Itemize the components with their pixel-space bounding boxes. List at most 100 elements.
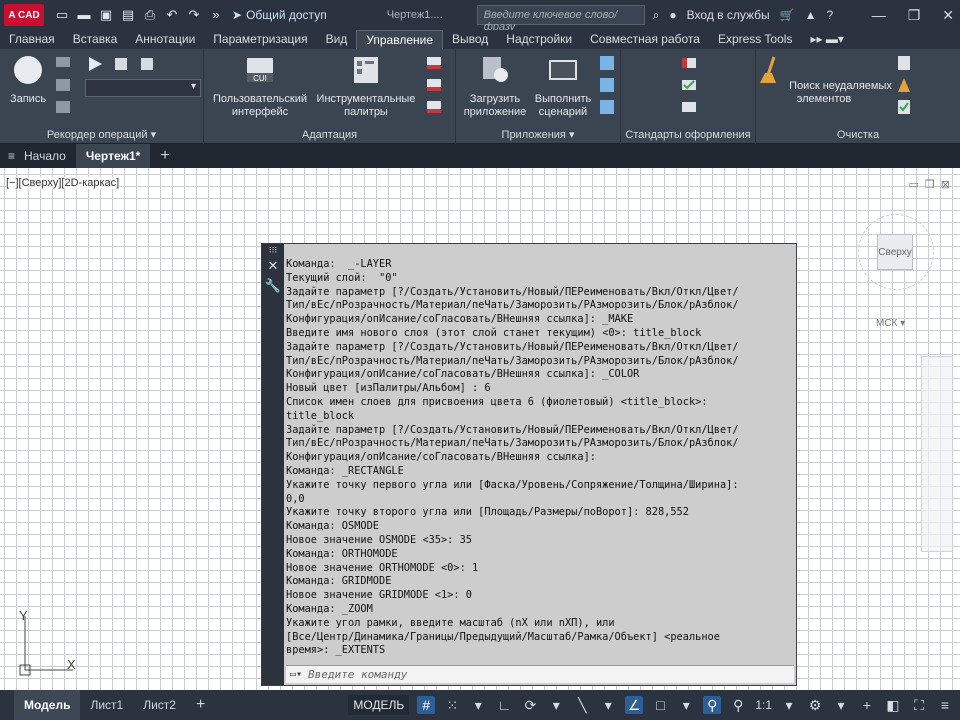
request-input-icon[interactable] bbox=[55, 77, 71, 93]
ribbon-tab[interactable]: Вставка bbox=[64, 30, 127, 49]
autodesk-icon[interactable]: ▲ bbox=[805, 8, 817, 22]
more-icon[interactable]: » bbox=[208, 7, 224, 23]
play-icon[interactable] bbox=[87, 56, 103, 72]
ribbon-tab[interactable]: Управление bbox=[356, 30, 444, 49]
run-script-button[interactable]: Выполнить сценарий bbox=[530, 55, 596, 119]
standards-check-icon[interactable] bbox=[681, 77, 697, 93]
minimize-icon[interactable]: — bbox=[872, 7, 886, 23]
print-icon[interactable]: ⎙ bbox=[142, 7, 158, 23]
isodraft-icon[interactable]: ╲ bbox=[573, 696, 591, 714]
save-icon[interactable]: ▣ bbox=[98, 7, 114, 23]
tab-drawing1[interactable]: Чертеж1* bbox=[75, 144, 151, 168]
viewcube[interactable]: Сверху bbox=[877, 234, 913, 270]
vba-run-icon[interactable] bbox=[599, 99, 615, 115]
viewport-controls-label[interactable]: [−][Сверху][2D-каркас] bbox=[6, 177, 120, 189]
annotation-monitor-icon[interactable]: + bbox=[858, 696, 876, 714]
ribbon-tab[interactable]: Совместная работа bbox=[581, 30, 709, 49]
panel-title-applications[interactable]: Приложения ▾ bbox=[456, 128, 620, 141]
scale-menu-icon[interactable]: ▾ bbox=[780, 696, 798, 714]
ribbon-tab[interactable]: Параметризация bbox=[204, 30, 316, 49]
ribbon-tab[interactable]: Надстройки bbox=[497, 30, 581, 49]
annotation-scale[interactable]: 1:1 bbox=[755, 698, 772, 712]
navigation-bar[interactable] bbox=[921, 356, 953, 552]
preferences-icon[interactable] bbox=[140, 56, 156, 72]
vba-manager-icon[interactable] bbox=[599, 55, 615, 71]
ortho-icon[interactable]: ∟ bbox=[495, 696, 513, 714]
find-non-purgeable-button[interactable]: Поиск неудаляемых элементов bbox=[756, 55, 892, 106]
undo-icon[interactable]: ↶ bbox=[164, 7, 180, 23]
vp-close-icon[interactable]: ⊠ bbox=[941, 178, 950, 191]
model-space-button[interactable]: МОДЕЛЬ bbox=[348, 695, 410, 715]
osnap-menu-icon[interactable]: ▾ bbox=[677, 696, 695, 714]
object-tracking-icon[interactable]: ∠ bbox=[625, 696, 644, 714]
macro-select[interactable]: ▾ bbox=[85, 79, 201, 97]
cart-icon[interactable]: 🛒 bbox=[780, 8, 795, 22]
command-input[interactable]: ▭▾ Введите команду bbox=[286, 665, 794, 683]
tab-layout1[interactable]: Лист1 bbox=[80, 690, 133, 720]
tab-start[interactable]: Начало bbox=[14, 144, 76, 168]
snap-icon[interactable]: ⁙ bbox=[443, 696, 461, 714]
osnap-icon[interactable]: □ bbox=[651, 696, 669, 714]
search-icon[interactable]: ⌕ bbox=[653, 8, 660, 23]
new-file-icon[interactable]: ▭ bbox=[54, 7, 70, 23]
layout-menu-icon[interactable] bbox=[0, 690, 14, 720]
vp-restore-icon[interactable]: ❐ bbox=[925, 178, 935, 191]
grip-icon[interactable]: ⁝⁝⁝ bbox=[262, 244, 284, 256]
record-button[interactable]: Запись bbox=[8, 55, 48, 106]
import-cui-icon[interactable] bbox=[426, 55, 442, 71]
open-folder-icon[interactable]: ▬ bbox=[76, 7, 92, 23]
layer-translator-icon[interactable] bbox=[681, 99, 697, 115]
standards-configure-icon[interactable] bbox=[681, 55, 697, 71]
ribbon-tab[interactable]: Главная bbox=[0, 30, 64, 49]
polar-icon[interactable]: ⟳ bbox=[521, 696, 539, 714]
visual-lisp-icon[interactable] bbox=[599, 77, 615, 93]
close-command-icon[interactable]: ✕ bbox=[262, 256, 284, 276]
new-tab-icon[interactable]: + bbox=[150, 144, 179, 168]
panel-title-recorder[interactable]: Рекордер операций ▾ bbox=[0, 128, 203, 141]
isodraft-menu-icon[interactable]: ▾ bbox=[599, 696, 617, 714]
isolate-objects-icon[interactable]: ◧ bbox=[884, 696, 902, 714]
overkill-icon[interactable] bbox=[896, 55, 912, 71]
grid-icon[interactable]: # bbox=[417, 696, 436, 714]
polar-menu-icon[interactable]: ▾ bbox=[547, 696, 565, 714]
wrench-icon[interactable]: 🔧 bbox=[262, 276, 284, 296]
autoscale-icon[interactable]: ⚲ bbox=[729, 696, 747, 714]
restore-icon[interactable]: ❐ bbox=[908, 7, 921, 24]
command-prompt-icon[interactable]: ▭▾ bbox=[290, 669, 302, 680]
search-input[interactable]: Введите ключевое слово/фразу bbox=[476, 5, 645, 33]
load-application-button[interactable]: Загрузить приложение bbox=[460, 55, 530, 119]
ribbon-overflow-icon[interactable]: ▸▸ ▬▾ bbox=[801, 30, 852, 49]
insert-message-icon[interactable] bbox=[114, 56, 130, 72]
workspace-menu-icon[interactable]: ▾ bbox=[832, 696, 850, 714]
workspace-gear-icon[interactable]: ⚙ bbox=[806, 696, 824, 714]
user-interface-button[interactable]: CUI Пользовательский интерфейс bbox=[208, 55, 312, 119]
customization-menu-icon[interactable]: ≡ bbox=[936, 696, 954, 714]
signin-button[interactable]: Вход в службы bbox=[687, 8, 770, 22]
ribbon-tab[interactable]: Вид bbox=[317, 30, 357, 49]
ribbon-tab[interactable]: Express Tools bbox=[709, 30, 801, 49]
audit-icon[interactable] bbox=[896, 99, 912, 115]
snap-menu-icon[interactable]: ▾ bbox=[469, 696, 487, 714]
edit-aliases-icon[interactable] bbox=[426, 99, 442, 115]
base-point-icon[interactable] bbox=[55, 99, 71, 115]
comment-icon[interactable] bbox=[55, 55, 71, 71]
tab-layout2[interactable]: Лист2 bbox=[133, 690, 186, 720]
ucs-menu[interactable]: МСК ▾ bbox=[876, 318, 905, 329]
save-as-icon[interactable]: ▤ bbox=[120, 7, 136, 23]
close-icon[interactable]: ✕ bbox=[942, 7, 954, 24]
purge-icon[interactable] bbox=[896, 77, 912, 93]
vp-minimize-icon[interactable]: ▭ bbox=[909, 178, 919, 191]
share-button[interactable]: ➤ Общий доступ bbox=[232, 8, 327, 22]
redo-icon[interactable]: ↷ bbox=[186, 7, 202, 23]
app-logo[interactable]: A CAD bbox=[4, 4, 44, 26]
ribbon-tab[interactable]: Аннотации bbox=[126, 30, 204, 49]
tool-palettes-button[interactable]: Инструментальные палитры bbox=[312, 55, 420, 119]
ribbon-tab[interactable]: Вывод bbox=[443, 30, 497, 49]
menu-icon[interactable]: ≡ bbox=[0, 144, 15, 168]
annotation-visibility-icon[interactable]: ⚲ bbox=[703, 696, 722, 714]
export-cui-icon[interactable] bbox=[426, 77, 442, 93]
help-icon[interactable]: ? bbox=[827, 8, 834, 22]
clean-screen-icon[interactable]: ⛶ bbox=[910, 696, 928, 714]
tab-model[interactable]: Модель bbox=[14, 690, 81, 720]
add-layout-icon[interactable]: + bbox=[186, 690, 215, 720]
